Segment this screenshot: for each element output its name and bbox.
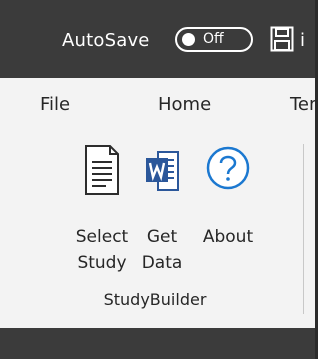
toggle-knob	[182, 33, 195, 46]
select-study-label: Select Study	[75, 227, 129, 273]
document-icon	[82, 144, 122, 204]
tab-home[interactable]: Home	[158, 94, 211, 115]
autosave-label: AutoSave	[62, 30, 150, 51]
ribbon-panel: Select Study Get Data About StudyBuilder	[0, 132, 315, 328]
help-icon	[206, 146, 250, 198]
word-icon	[144, 150, 180, 200]
tab-file[interactable]: File	[40, 94, 70, 115]
tab-truncated[interactable]: Tem	[290, 94, 315, 115]
ribbon-tab-bar: File Home Tem	[0, 78, 315, 132]
get-data-button[interactable]: Get Data	[132, 144, 192, 284]
group-separator	[303, 144, 304, 314]
document-title-fragment: i	[300, 30, 306, 51]
word-window: AutoSave Off i File Home Tem	[0, 0, 318, 359]
title-bar: AutoSave Off i	[0, 0, 315, 78]
save-icon[interactable]	[270, 26, 294, 52]
about-button[interactable]: About	[198, 144, 258, 284]
group-label: StudyBuilder	[103, 290, 207, 309]
get-data-label: Get Data	[141, 227, 183, 273]
select-study-button[interactable]: Select Study	[72, 144, 132, 284]
autosave-toggle[interactable]: Off	[175, 27, 253, 52]
autosave-state: Off	[203, 31, 224, 47]
about-label: About	[202, 227, 254, 247]
status-bar	[0, 328, 315, 359]
